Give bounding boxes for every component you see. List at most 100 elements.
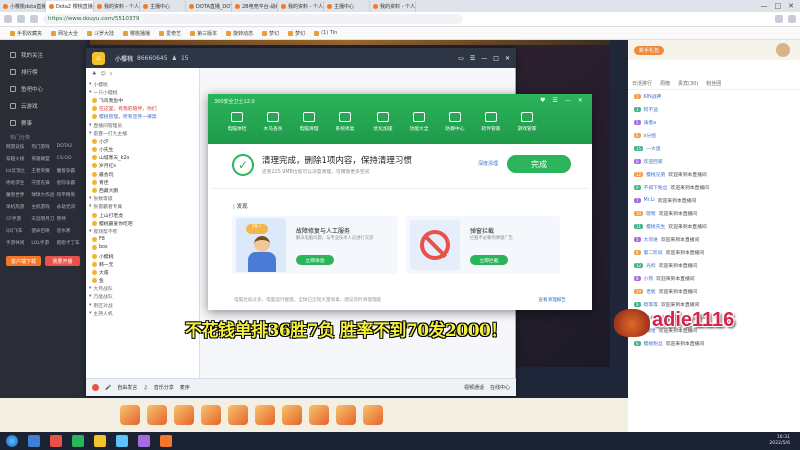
app-icon[interactable] bbox=[72, 435, 84, 447]
forward-icon[interactable] bbox=[17, 15, 25, 23]
member-row[interactable]: 樱桃管理，所有宣传一律禁 bbox=[86, 113, 199, 121]
bookmark-item[interactable]: 爱奇艺 bbox=[159, 30, 181, 37]
gift-icon[interactable] bbox=[309, 405, 329, 425]
group-icon[interactable]: ♣ bbox=[92, 71, 96, 77]
search-icon[interactable]: ⌕ bbox=[110, 71, 113, 77]
minimize-icon[interactable]: — bbox=[761, 2, 768, 10]
chat-nickname[interactable]: 大哥进 bbox=[644, 236, 658, 243]
gift-icon[interactable] bbox=[147, 405, 167, 425]
card-repair-button[interactable]: 立即体验 bbox=[296, 255, 334, 265]
member-row[interactable]: 西藏大鹏 bbox=[86, 186, 199, 194]
done-button[interactable]: 完成 bbox=[507, 155, 571, 173]
category-link[interactable]: 跑跑卡丁车 bbox=[57, 240, 80, 246]
category-link[interactable]: 原神 bbox=[57, 216, 80, 222]
gift-icon[interactable] bbox=[282, 405, 302, 425]
browser-tab[interactable]: 主播中心 bbox=[324, 0, 370, 12]
category-link[interactable]: 热门游戏 bbox=[31, 144, 54, 150]
member-row[interactable]: 小先生 bbox=[86, 146, 199, 154]
deep-clean-link[interactable]: 深度清理 bbox=[478, 160, 498, 167]
skin-icon[interactable]: ♥ bbox=[540, 97, 545, 104]
category-link[interactable]: QQ飞车 bbox=[6, 228, 29, 234]
app-icon[interactable] bbox=[94, 435, 106, 447]
member-group-header[interactable]: ▾ 小樱桃 bbox=[86, 80, 199, 88]
chat-nickname[interactable]: 老板 bbox=[646, 288, 656, 295]
music-icon[interactable]: ♫ bbox=[143, 385, 147, 391]
bookmark-item[interactable]: 网址大全 bbox=[51, 30, 78, 37]
member-row[interactable]: 在这里，有我的陪伴，你们 bbox=[86, 105, 199, 113]
browser-tab[interactable]: 我的资料 - 个人中 bbox=[278, 0, 324, 12]
heart-icon[interactable] bbox=[92, 384, 99, 391]
category-link[interactable]: 手游休闲 bbox=[6, 240, 29, 246]
toolbar-tool[interactable]: 功能大全 bbox=[404, 112, 434, 132]
member-group-header[interactable]: ▾ 直播间管理员 bbox=[86, 121, 199, 129]
nav-item[interactable]: 云游戏 bbox=[0, 97, 86, 114]
member-row[interactable]: 大咸 bbox=[86, 268, 199, 276]
bottom-item-music[interactable]: 音乐分享 bbox=[154, 384, 174, 391]
browser-tab[interactable]: 2B电竞平台-战绩中 bbox=[232, 0, 278, 12]
toolbar-tool[interactable]: 软件管家 bbox=[476, 112, 506, 132]
member-group-header[interactable]: ▾ 主持人机 bbox=[86, 309, 199, 317]
close-icon[interactable]: ✕ bbox=[505, 55, 510, 62]
avatar[interactable] bbox=[776, 43, 790, 57]
member-row[interactable]: 上山打老虎 bbox=[86, 211, 199, 219]
chat-nickname[interactable]: x分组 bbox=[644, 132, 656, 139]
member-group-header[interactable]: ▾ 街区对战 bbox=[86, 301, 199, 309]
member-row[interactable]: 小樱桃 bbox=[86, 252, 199, 260]
close-icon[interactable]: ✕ bbox=[788, 2, 794, 10]
category-link[interactable]: 英雄联盟 bbox=[31, 156, 54, 162]
member-row[interactable]: 岁月红s bbox=[86, 162, 199, 170]
chat-nickname[interactable]: 不如下粉丝 bbox=[644, 184, 668, 191]
chat-nickname[interactable]: 樱桃兄弟 bbox=[646, 171, 665, 178]
back-icon[interactable] bbox=[4, 15, 12, 23]
category-link[interactable]: lol云顶之 bbox=[6, 168, 29, 174]
member-group-header[interactable]: ▾ 万能战队 bbox=[86, 293, 199, 301]
category-link[interactable]: 守望先锋 bbox=[31, 180, 54, 186]
category-link[interactable]: CS:GO bbox=[57, 156, 80, 162]
bottom-item-free-speech[interactable]: 自由发言 bbox=[117, 384, 137, 391]
member-row[interactable]: 鱼 bbox=[86, 277, 199, 285]
toolbar-tool[interactable]: 优化加速 bbox=[368, 112, 398, 132]
bookmark-item[interactable]: (1) Tin bbox=[314, 30, 337, 36]
bookmark-item[interactable]: 斗罗大陆 bbox=[87, 30, 114, 37]
member-row[interactable]: bos bbox=[86, 244, 199, 252]
member-group-header[interactable]: ▾ 大月战队 bbox=[86, 285, 199, 293]
member-group-header[interactable]: ▾ 张雷霸者专属 bbox=[86, 203, 199, 211]
chat-nickname[interactable]: 欢迎回家 bbox=[644, 158, 663, 165]
member-group-header[interactable]: ▾ 张数等级 bbox=[86, 195, 199, 203]
nav-item[interactable]: 赛事 bbox=[0, 114, 86, 131]
bookmark-item[interactable]: 旋转动态 bbox=[226, 30, 253, 37]
member-group-header[interactable]: ▾ 观测帮不死 bbox=[86, 227, 199, 235]
more-icon[interactable]: ☰ bbox=[470, 55, 475, 62]
gift-icon[interactable] bbox=[201, 405, 221, 425]
bottom-item-queue[interactable]: 麦序 bbox=[180, 384, 190, 391]
member-row[interactable]: F8 bbox=[86, 236, 199, 244]
member-row[interactable]: 飞鸟我鱼中 bbox=[86, 96, 199, 104]
category-link[interactable]: LOL手游 bbox=[31, 240, 54, 246]
category-link[interactable]: 球球大作战 bbox=[31, 192, 54, 198]
member-row[interactable]: 最会玩 bbox=[86, 170, 199, 178]
bottom-item-online[interactable]: 在线中心 bbox=[490, 384, 510, 391]
right-panel-tab[interactable]: 贵宾(30) bbox=[674, 80, 702, 87]
bookmark-item[interactable]: 第三版本 bbox=[190, 30, 217, 37]
category-link[interactable]: 魔兽争霸 bbox=[57, 168, 80, 174]
clean-report-link[interactable]: 查看清理报告 bbox=[538, 297, 566, 303]
extension-icon[interactable] bbox=[775, 15, 783, 23]
minimize-icon[interactable]: — bbox=[481, 55, 487, 62]
gift-icon[interactable] bbox=[228, 405, 248, 425]
category-link[interactable]: 星际争霸 bbox=[57, 180, 80, 186]
app-icon[interactable] bbox=[138, 435, 150, 447]
browser-tab[interactable]: 我的资料 - 个人中 bbox=[370, 0, 416, 12]
screen-share-icon[interactable]: ▭ bbox=[458, 55, 464, 62]
minimize-icon[interactable]: — bbox=[565, 97, 571, 104]
chat-nickname[interactable]: 骑者a bbox=[644, 119, 657, 126]
category-link[interactable]: 网游竞技 bbox=[6, 144, 29, 150]
category-link[interactable]: 穿越火线 bbox=[6, 156, 29, 162]
newbie-gift-banner[interactable]: 新手礼包 bbox=[634, 45, 665, 55]
menu-icon[interactable] bbox=[788, 15, 796, 23]
chat-nickname[interactable]: 第二阶段 bbox=[644, 249, 663, 256]
chat-nickname[interactable]: 嗯嗯 bbox=[646, 210, 656, 217]
system-clock[interactable]: 16:31 2022/5/6 bbox=[769, 435, 794, 447]
category-link[interactable]: 魔兽世界 bbox=[6, 192, 29, 198]
toolbar-tool[interactable]: 木马查杀 bbox=[258, 112, 288, 132]
chat-nickname[interactable]: Mr.Li bbox=[644, 198, 655, 203]
